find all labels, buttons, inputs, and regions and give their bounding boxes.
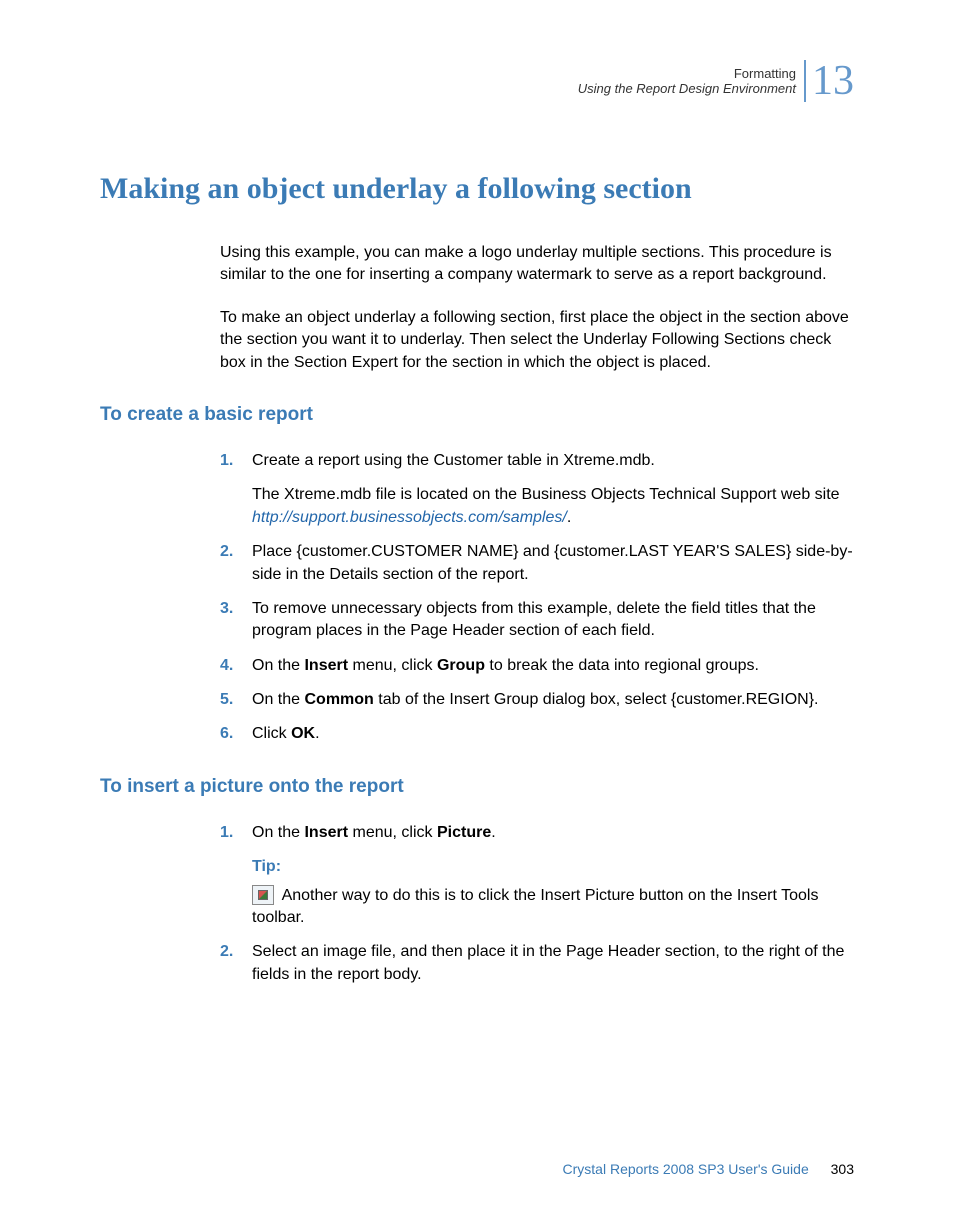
list-item: 1. On the Insert menu, click Picture. Ti… xyxy=(220,822,854,930)
step-text: Create a report using the Customer table… xyxy=(252,452,655,469)
tip-label: Tip: xyxy=(252,856,854,878)
text-fragment: . xyxy=(315,725,319,742)
text-fragment: On the xyxy=(252,824,304,841)
text-fragment: . xyxy=(567,509,571,526)
list-item: 1. Create a report using the Customer ta… xyxy=(220,450,854,529)
step-number: 1. xyxy=(220,450,233,472)
text-fragment: menu, click xyxy=(348,824,437,841)
step-subtext: The Xtreme.mdb file is located on the Bu… xyxy=(252,484,854,529)
header-text-block: Formatting Using the Report Design Envir… xyxy=(578,66,796,96)
step-number: 5. xyxy=(220,689,233,711)
list-item: 4. On the Insert menu, click Group to br… xyxy=(220,655,854,677)
step-number: 4. xyxy=(220,655,233,677)
subheading-create-report: To create a basic report xyxy=(100,404,854,426)
steps-create-report: 1. Create a report using the Customer ta… xyxy=(220,450,854,746)
header-chapter-title: Formatting xyxy=(578,66,796,81)
step-number: 1. xyxy=(220,822,233,844)
step-number: 2. xyxy=(220,541,233,563)
header-section-title: Using the Report Design Environment xyxy=(578,81,796,96)
text-fragment: On the xyxy=(252,657,304,674)
bold-term: Insert xyxy=(304,824,348,841)
text-fragment: tab of the Insert Group dialog box, sele… xyxy=(374,691,819,708)
list-item: 5. On the Common tab of the Insert Group… xyxy=(220,689,854,711)
text-fragment: The Xtreme.mdb file is located on the Bu… xyxy=(252,486,840,503)
page-header: Formatting Using the Report Design Envir… xyxy=(100,60,854,102)
list-item: 6. Click OK. xyxy=(220,723,854,745)
text-fragment: to break the data into regional groups. xyxy=(485,657,759,674)
text-fragment: On the xyxy=(252,691,304,708)
text-fragment: Click xyxy=(252,725,291,742)
tip-text: Another way to do this is to click the I… xyxy=(252,887,818,926)
list-item: 3. To remove unnecessary objects from th… xyxy=(220,598,854,643)
footer-page-number: 303 xyxy=(831,1161,854,1177)
step-number: 3. xyxy=(220,598,233,620)
step-text: Select an image file, and then place it … xyxy=(252,943,844,982)
step-text: To remove unnecessary objects from this … xyxy=(252,600,816,639)
insert-picture-icon xyxy=(252,885,274,905)
bold-term: Common xyxy=(304,691,373,708)
page-footer: Crystal Reports 2008 SP3 User's Guide 30… xyxy=(563,1161,854,1177)
step-number: 2. xyxy=(220,941,233,963)
chapter-number: 13 xyxy=(804,60,854,102)
text-fragment: . xyxy=(491,824,495,841)
tip-body: Another way to do this is to click the I… xyxy=(252,885,854,930)
footer-doc-title: Crystal Reports 2008 SP3 User's Guide xyxy=(563,1161,809,1177)
step-number: 6. xyxy=(220,723,233,745)
text-fragment: menu, click xyxy=(348,657,437,674)
page-title: Making an object underlay a following se… xyxy=(100,172,854,206)
bold-term: Group xyxy=(437,657,485,674)
intro-paragraph-1: Using this example, you can make a logo … xyxy=(220,242,854,287)
list-item: 2. Select an image file, and then place … xyxy=(220,941,854,986)
step-text: Place {customer.CUSTOMER NAME} and {cust… xyxy=(252,543,853,582)
bold-term: Insert xyxy=(304,657,348,674)
bold-term: OK xyxy=(291,725,315,742)
support-link[interactable]: http://support.businessobjects.com/sampl… xyxy=(252,509,567,526)
steps-insert-picture: 1. On the Insert menu, click Picture. Ti… xyxy=(220,822,854,986)
intro-paragraph-2: To make an object underlay a following s… xyxy=(220,307,854,374)
picture-icon-inner xyxy=(258,890,268,900)
subheading-insert-picture: To insert a picture onto the report xyxy=(100,776,854,798)
bold-term: Picture xyxy=(437,824,491,841)
list-item: 2. Place {customer.CUSTOMER NAME} and {c… xyxy=(220,541,854,586)
